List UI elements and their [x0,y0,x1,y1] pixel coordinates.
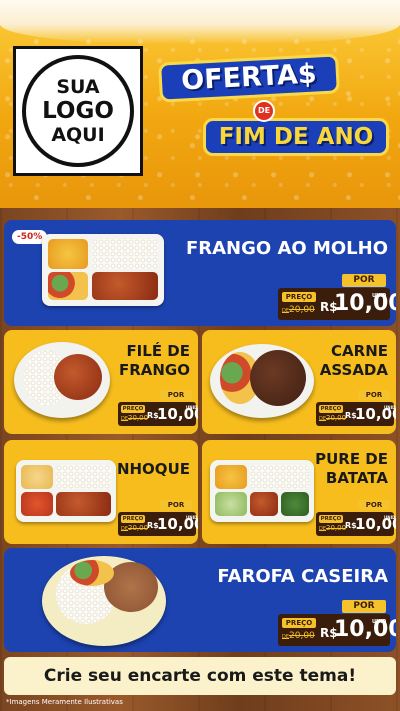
footnote: *Imagens Meramente Ilustrativas [6,698,123,706]
price-tag: POR PREÇO DE20,00 R$ 10,00 UNID [278,600,396,646]
promo-title: OFERTA$ DE FIM DE ANO [155,53,390,158]
old-price: DE20,00 [282,305,315,315]
food-image [42,556,166,646]
old-price: DE20,00 [319,524,347,532]
logo-line-1: SUA [56,76,100,98]
por-label: POR [342,600,386,613]
logo-line-2: LOGO [42,98,114,124]
food-image [42,234,164,306]
price-box: PREÇO DE20,00 R$ 10,00 UNID [316,402,396,426]
product-name: PURE DE BATATA [315,450,388,487]
price-box: PREÇO DE20,00 R$ 10,00 UNID [316,512,396,536]
preco-label: PREÇO [121,405,145,413]
product-card-nhoque[interactable]: NHOQUE POR PREÇO DE20,00 R$ 10,00 UNID [4,440,198,544]
beer-header: SUA LOGO AQUI OFERTA$ DE FIM DE ANO [0,0,400,208]
price-box: PREÇO DE20,00 R$ 10,00 UNID [278,288,396,320]
unit-label: UNID [372,293,387,299]
por-label: POR [358,500,390,510]
logo-line-3: AQUI [51,124,105,146]
logo-circle: SUA LOGO AQUI [22,55,134,167]
product-name: FAROFA CASEIRA [217,566,388,587]
por-label: POR [160,500,192,510]
food-image [14,342,110,418]
por-label: POR [358,390,390,400]
por-label: POR [342,274,386,287]
old-price: DE20,00 [319,414,347,422]
unit-label: UNID [186,405,198,410]
price-box: PREÇO DE20,00 R$ 10,00 UNID [278,614,396,646]
food-image [16,460,116,522]
price-tag: POR PREÇO DE20,00 R$ 10,00 UNID [118,500,198,536]
price-box: PREÇO DE20,00 R$ 10,00 UNID [118,512,198,536]
food-image [210,460,314,522]
unit-label: UNID [384,515,396,520]
product-card-frango-ao-molho[interactable]: -50% FRANGO AO MOLHO POR PREÇO DE20,00 R… [4,220,396,326]
product-card-farofa-caseira[interactable]: FAROFA CASEIRA POR PREÇO DE20,00 R$ 10,0… [4,548,396,652]
preco-label: PREÇO [282,618,316,628]
unit-label: UNID [372,619,387,625]
food-image [210,344,314,418]
price-value: 10,00 [334,617,396,642]
title-line-2: FIM DE ANO [203,118,389,156]
title-line-1: OFERTA$ [158,53,340,103]
title-de: DE [253,100,275,122]
price-tag: POR PREÇO DE20,00 R$ 10,00 UNID [316,390,396,426]
cta-banner[interactable]: Crie seu encarte com este tema! [4,657,396,695]
product-name: FILÉ DE FRANGO [118,342,190,379]
product-name: FRANGO AO MOLHO [185,238,388,259]
preco-label: PREÇO [121,515,145,523]
unit-label: UNID [186,515,198,520]
preco-label: PREÇO [319,515,343,523]
preco-label: PREÇO [282,292,316,302]
price-value: 10,00 [334,291,396,316]
price-tag: POR PREÇO DE20,00 R$ 10,00 UNID [316,500,396,536]
old-price: DE20,00 [282,631,315,641]
old-price: DE20,00 [121,414,149,422]
price-box: PREÇO DE20,00 R$ 10,00 UNID [118,402,198,426]
por-label: POR [160,390,192,400]
preco-label: PREÇO [319,405,343,413]
price-tag: POR PREÇO DE20,00 R$ 10,00 UNID [118,390,198,426]
product-card-file-de-frango[interactable]: FILÉ DE FRANGO POR PREÇO DE20,00 R$ 10,0… [4,330,198,434]
price-tag: POR PREÇO DE20,00 R$ 10,00 UNID [278,274,396,320]
product-name: NHOQUE [116,460,190,478]
product-card-carne-assada[interactable]: CARNE ASSADA POR PREÇO DE20,00 R$ 10,00 … [202,330,396,434]
beer-foam [0,0,400,44]
product-card-pure-de-batata[interactable]: PURE DE BATATA POR PREÇO DE20,00 R$ 10,0… [202,440,396,544]
product-name: CARNE ASSADA [319,342,388,379]
old-price: DE20,00 [121,524,149,532]
logo-placeholder: SUA LOGO AQUI [13,46,143,176]
unit-label: UNID [384,405,396,410]
